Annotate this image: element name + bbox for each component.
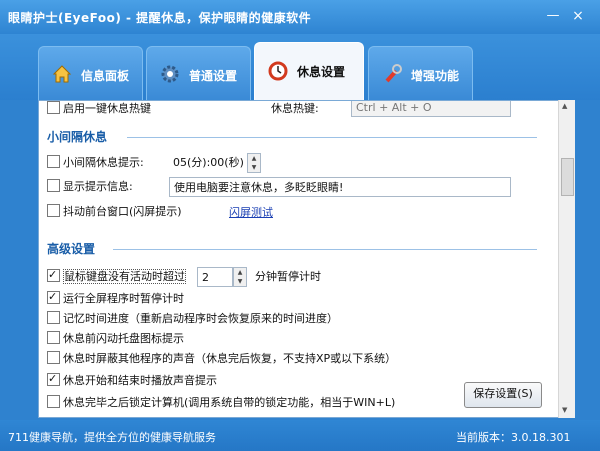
tab-label: 普通设置 (189, 69, 238, 83)
status-bar: 711健康导航，提供全方位的健康导航服务 当前版本：3.0.18.301 (0, 420, 600, 451)
option-row[interactable]: 休息前闪动托盘图标提示 (47, 329, 184, 349)
interval-label: 小间隔休息提示: (63, 156, 144, 169)
wrench-icon (381, 63, 403, 85)
alarm-clock-icon (267, 59, 289, 81)
version-text: 当前版本：3.0.18.301 (456, 431, 571, 444)
tab-bar: 信息面板 普通设置 休息设置 增强功能 (0, 34, 600, 100)
settings-panel: 启用一键休息热键 休息热键: Ctrl + Alt + O 小间隔休息 小间隔休… (38, 100, 574, 418)
gear-icon (159, 63, 181, 85)
option-row[interactable]: 运行全屏程序时暂停计时 (47, 287, 184, 309)
interval-row[interactable]: 小间隔休息提示: (47, 153, 144, 173)
show-message-checkbox[interactable] (47, 179, 60, 192)
app-window: 眼睛护士(EyeFoo) - 提醒休息，保护眼睛的健康软件 — × 信息面板 普… (0, 0, 600, 451)
tab-enhanced-features[interactable]: 增强功能 (368, 46, 473, 100)
scroll-up-icon[interactable]: ▲ (562, 102, 567, 110)
tab-label: 增强功能 (411, 69, 460, 83)
option-checkbox[interactable] (47, 395, 60, 408)
health-nav-text[interactable]: 711健康导航，提供全方位的健康导航服务 (8, 429, 216, 445)
hotkey-checkbox-label: 启用一键休息热键 (63, 102, 151, 115)
idle-checkbox[interactable] (47, 265, 60, 285)
section-title-short-break: 小间隔休息 (47, 130, 108, 144)
idle-suffix: 分钟暂停计时 (255, 270, 321, 283)
option-checkbox[interactable] (47, 287, 60, 307)
tab-label: 休息设置 (297, 65, 346, 79)
close-button[interactable]: × (568, 7, 588, 25)
option-row[interactable]: 休息完毕之后锁定计算机(调用系统自带的锁定功能，相当于WIN+L) (47, 393, 395, 413)
show-message-label: 显示提示信息: (63, 180, 133, 193)
title-bar: 眼睛护士(EyeFoo) - 提醒休息，保护眼睛的健康软件 — × (0, 0, 600, 34)
idle-row[interactable]: 鼠标键盘没有活动时超过 (47, 265, 186, 287)
option-label: 记忆时间进度（重新启动程序时会恢复原来的时间进度） (63, 312, 338, 325)
option-label: 休息前闪动托盘图标提示 (63, 332, 184, 345)
tab-general-settings[interactable]: 普通设置 (146, 46, 251, 100)
save-settings-button[interactable]: 保存设置(S) (464, 382, 542, 408)
hotkey-label: 休息热键: (271, 102, 319, 115)
scroll-thumb[interactable] (561, 158, 574, 196)
hotkey-checkbox[interactable] (47, 101, 60, 114)
interval-stepper[interactable]: ▲ ▼ (247, 153, 261, 173)
option-row[interactable]: 休息开始和结束时播放声音提示 (47, 369, 217, 391)
option-checkbox[interactable] (47, 311, 60, 324)
option-checkbox[interactable] (47, 369, 60, 389)
interval-value[interactable]: 05(分):00(秒) (169, 153, 247, 173)
interval-checkbox[interactable] (47, 155, 60, 168)
vertical-scrollbar[interactable]: ▲ ▼ (558, 100, 575, 418)
option-label: 运行全屏程序时暂停计时 (63, 292, 184, 305)
house-icon (51, 63, 73, 85)
show-message-row[interactable]: 显示提示信息: (47, 177, 133, 197)
tab-info-panel[interactable]: 信息面板 (38, 46, 143, 100)
flash-test-link[interactable]: 闪屏测试 (229, 204, 273, 220)
tab-label: 信息面板 (81, 69, 130, 83)
option-row[interactable]: 记忆时间进度（重新启动程序时会恢复原来的时间进度） (47, 309, 338, 329)
hotkey-checkbox-row[interactable]: 启用一键休息热键 (47, 101, 151, 119)
shake-window-label: 抖动前台窗口(闪屏提示) (63, 205, 182, 218)
scroll-down-icon[interactable]: ▼ (562, 406, 567, 414)
option-label: 休息完毕之后锁定计算机(调用系统自带的锁定功能，相当于WIN+L) (63, 396, 396, 409)
section-divider (127, 137, 537, 138)
hotkey-field[interactable]: Ctrl + Alt + O (351, 101, 511, 117)
tab-rest-settings[interactable]: 休息设置 (254, 42, 364, 100)
option-checkbox[interactable] (47, 351, 60, 364)
option-label: 休息时屏蔽其他程序的声音（休息完后恢复，不支持XP或以下系统） (63, 352, 397, 365)
idle-label: 鼠标键盘没有活动时超过 (63, 269, 186, 284)
window-title: 眼睛护士(EyeFoo) - 提醒休息，保护眼睛的健康软件 (8, 11, 312, 25)
message-input[interactable]: 使用电脑要注意休息，多眨眨眼睛! (169, 177, 511, 197)
option-label: 休息开始和结束时播放声音提示 (63, 374, 217, 387)
shake-window-row[interactable]: 抖动前台窗口(闪屏提示) (47, 202, 182, 222)
option-row[interactable]: 休息时屏蔽其他程序的声音（休息完后恢复，不支持XP或以下系统） (47, 349, 396, 369)
idle-minutes-stepper[interactable]: ▲ ▼ (233, 267, 247, 287)
shake-window-checkbox[interactable] (47, 204, 60, 217)
section-title-advanced: 高级设置 (47, 242, 96, 256)
minimize-button[interactable]: — (543, 7, 563, 25)
section-divider (113, 249, 537, 250)
idle-minutes-input[interactable]: 2 (197, 267, 233, 287)
option-checkbox[interactable] (47, 331, 60, 344)
